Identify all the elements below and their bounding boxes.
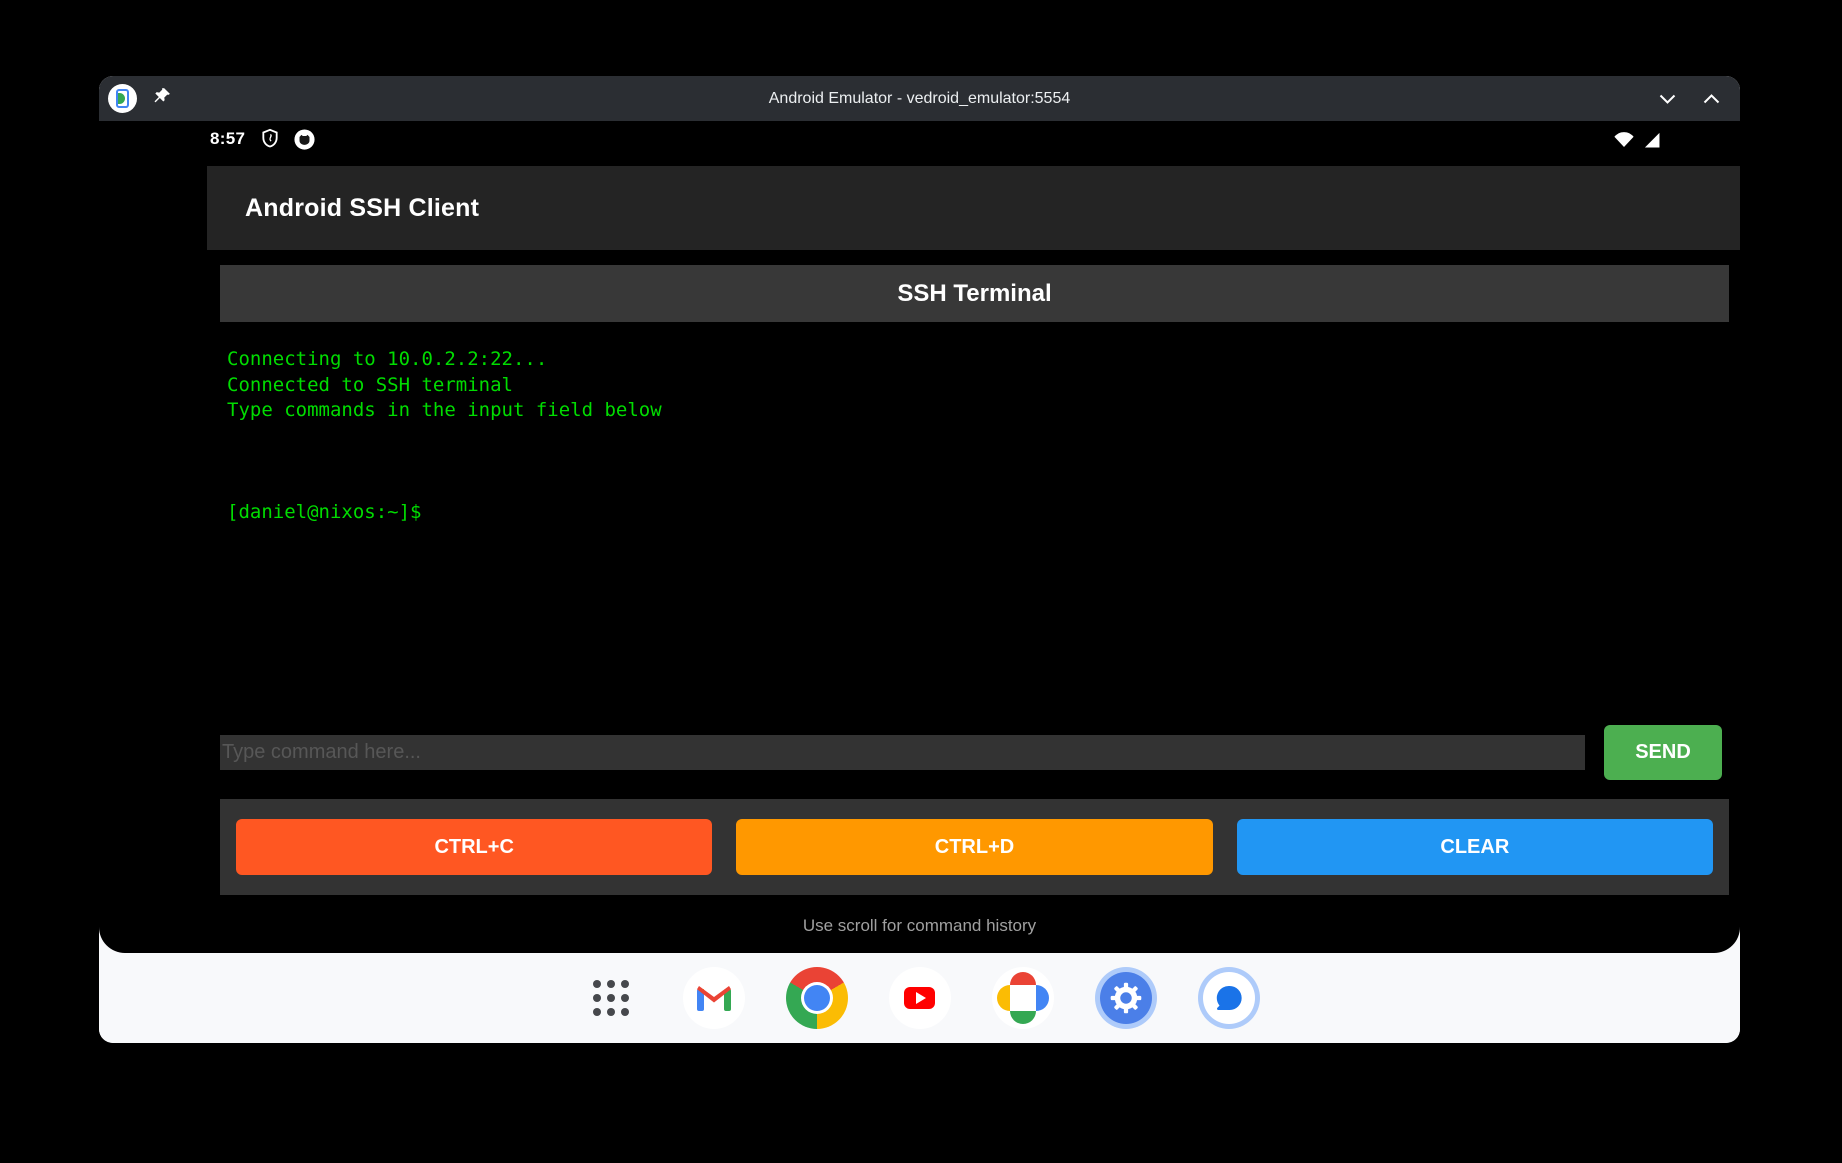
shield-icon [260,128,280,150]
window-title: Android Emulator - vedroid_emulator:5554 [99,90,1740,108]
gmail-icon[interactable] [683,967,745,1029]
clock: 8:57 [210,129,245,149]
settings-icon[interactable] [1095,967,1157,1029]
emulator-window: Android Emulator - vedroid_emulator:5554… [99,76,1740,1043]
cat-notification-icon [293,128,316,151]
clear-button[interactable]: CLEAR [1237,819,1713,875]
scroll-hint: Use scroll for command history [99,916,1740,936]
status-bar: 8:57 [99,121,1740,157]
emulator-app-icon [108,84,137,113]
terminal-output[interactable]: Connecting to 10.0.2.2:22... Connected t… [227,347,1720,526]
pin-icon[interactable] [152,86,172,111]
app-title: Android SSH Client [245,194,479,223]
chrome-icon[interactable] [786,967,848,1029]
cellular-signal-icon [1643,131,1660,148]
wifi-icon [1614,131,1634,148]
ctrl-d-button[interactable]: CTRL+D [736,819,1212,875]
youtube-icon[interactable] [889,967,951,1029]
taskbar [99,953,1740,1043]
terminal-title: SSH Terminal [897,280,1051,308]
send-button[interactable]: SEND [1604,725,1722,780]
control-buttons-bar: CTRL+C CTRL+D CLEAR [220,799,1729,895]
app-grid-icon[interactable] [580,967,642,1029]
chevron-down-icon[interactable] [1659,94,1676,104]
emulator-titlebar: Android Emulator - vedroid_emulator:5554 [99,76,1740,121]
command-input[interactable] [220,735,1585,770]
google-photos-icon[interactable] [992,967,1054,1029]
command-input-row: SEND [220,724,1722,780]
ctrl-c-button[interactable]: CTRL+C [236,819,712,875]
terminal-header: SSH Terminal [220,265,1729,322]
chevron-up-icon[interactable] [1703,94,1720,104]
android-screen: 8:57 Android SSH Client SSH Terminal Con… [99,121,1740,953]
app-header: Android SSH Client [207,166,1740,250]
messages-icon[interactable] [1198,967,1260,1029]
